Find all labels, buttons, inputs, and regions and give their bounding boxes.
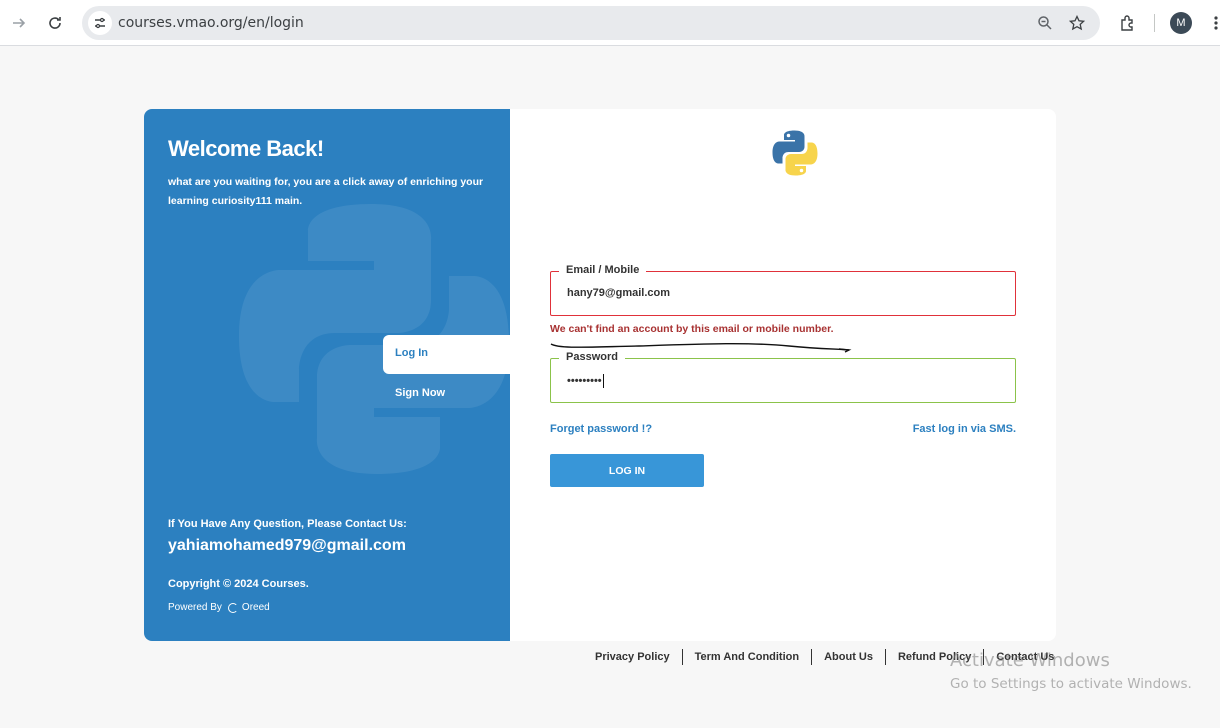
tab-log-in-label: Log In — [395, 347, 428, 359]
activate-subtitle: Go to Settings to activate Windows. — [950, 676, 1192, 692]
password-field[interactable]: Password ••••••••• — [550, 351, 1016, 403]
footer-terms[interactable]: Term And Condition — [683, 649, 813, 665]
toolbar-separator — [1154, 14, 1155, 32]
forgot-password-link[interactable]: Forget password !? — [550, 423, 652, 435]
extensions-icon[interactable] — [1117, 12, 1139, 34]
powered-by-label: Powered By — [168, 602, 222, 613]
email-field[interactable]: Email / Mobile hany79@gmail.com — [550, 264, 1016, 316]
welcome-title: Welcome Back! — [168, 136, 324, 161]
footer-privacy-policy[interactable]: Privacy Policy — [583, 649, 683, 665]
password-input[interactable]: ••••••••• — [567, 374, 604, 388]
forward-icon[interactable] — [8, 12, 30, 34]
email-label: Email / Mobile — [559, 264, 647, 276]
email-error-message: We can't find an account by this email o… — [550, 323, 834, 335]
text-caret — [602, 374, 604, 388]
address-bar[interactable]: courses.vmao.org/en/login — [82, 6, 1100, 40]
activate-title: Activate Windows — [950, 650, 1110, 671]
welcome-panel: Welcome Back! what are you waiting for, … — [144, 109, 510, 641]
oreed-logo-icon — [227, 602, 238, 613]
site-info-icon[interactable] — [88, 11, 112, 35]
menu-kebab-icon[interactable] — [1205, 12, 1220, 34]
powered-by: Powered By Oreed — [168, 602, 270, 613]
python-logo-icon — [772, 130, 818, 176]
bookmark-star-icon[interactable] — [1068, 14, 1086, 32]
tab-log-in[interactable]: Log In — [383, 335, 510, 374]
copyright-text: Copyright © 2024 Courses. — [168, 578, 309, 590]
contact-question: If You Have Any Question, Please Contact… — [168, 518, 407, 530]
reload-icon[interactable] — [44, 12, 66, 34]
url-text[interactable]: courses.vmao.org/en/login — [118, 15, 304, 31]
welcome-subtitle: what are you waiting for, you are a clic… — [168, 176, 484, 207]
profile-avatar[interactable]: M — [1170, 12, 1192, 34]
sms-login-link[interactable]: Fast log in via SMS. — [913, 423, 1016, 435]
windows-activation-watermark: Activate Windows Go to Settings to activ… — [950, 650, 1192, 692]
footer-about-us[interactable]: About Us — [812, 649, 886, 665]
password-label: Password — [559, 351, 625, 363]
password-mask: ••••••••• — [567, 374, 602, 387]
email-input[interactable]: hany79@gmail.com — [567, 287, 670, 299]
login-button[interactable]: LOG IN — [550, 454, 704, 487]
powered-by-name[interactable]: Oreed — [242, 602, 270, 613]
zoom-icon[interactable] — [1036, 14, 1054, 32]
tab-sign-now[interactable]: Sign Now — [395, 387, 445, 399]
contact-email[interactable]: yahiamohamed979@gmail.com — [168, 537, 406, 555]
login-card: Welcome Back! what are you waiting for, … — [144, 109, 1056, 641]
browser-toolbar: courses.vmao.org/en/login M — [0, 0, 1220, 46]
